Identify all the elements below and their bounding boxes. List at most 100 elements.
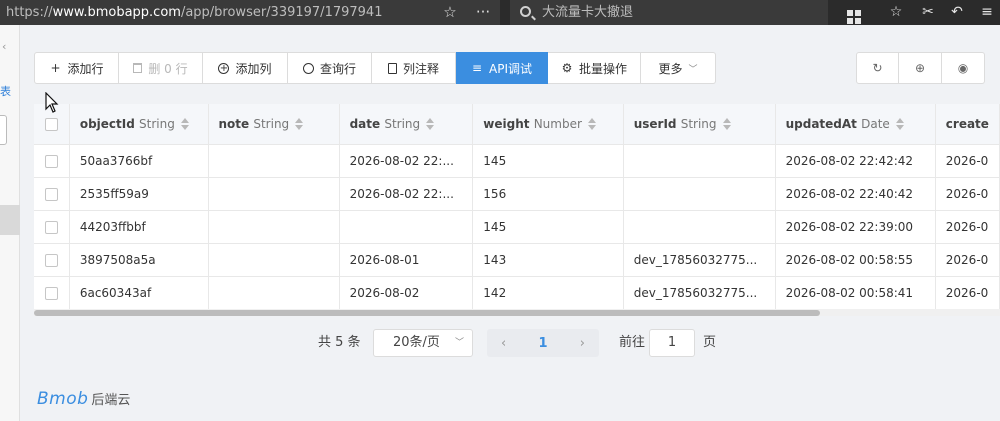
prev-page-button[interactable]: ‹ [501, 336, 506, 351]
column-name: objectId [79, 116, 135, 131]
right-toolbar: ↻ ⊕ ◉ [856, 52, 985, 84]
collapse-icon[interactable]: ‹ [2, 40, 6, 53]
api-debug-button[interactable]: ≡ API调试 [456, 52, 548, 84]
star-icon[interactable]: ☆ [440, 3, 460, 22]
table-cell[interactable]: 156 [472, 177, 624, 211]
chevron-down-icon: ﹀ [454, 338, 464, 348]
table-cell[interactable]: 143 [472, 243, 624, 277]
row-checkbox[interactable] [34, 177, 70, 211]
favorites-icon[interactable]: ☆ [885, 3, 907, 22]
sort-icon[interactable] [587, 118, 596, 131]
more-icon[interactable]: ··· [473, 3, 493, 22]
column-header[interactable]: objectId String [69, 104, 209, 145]
row-checkbox[interactable] [34, 144, 70, 178]
back-icon[interactable]: ↶ [946, 3, 968, 22]
table-header-row: objectId String note String date String wei… [34, 104, 1000, 145]
table-cell[interactable] [208, 144, 340, 178]
column-name: updatedAt [785, 116, 857, 131]
table-cell[interactable]: 145 [472, 210, 624, 244]
brand-tagline: 后端云 [91, 393, 131, 408]
table-cell[interactable] [623, 144, 776, 178]
add-row-button[interactable]: + 添加行 [34, 52, 119, 84]
sort-icon[interactable] [426, 118, 435, 131]
table-row[interactable]: 6ac60343af 2026-08-02 142 dev_17856032775..… [34, 276, 1000, 310]
table-cell[interactable]: 2026-08-01 [339, 243, 474, 277]
page-size-select[interactable]: 20条/页 ﹀ [373, 329, 473, 357]
sidebar-link[interactable]: 表 [0, 83, 11, 99]
column-type: String [139, 116, 175, 131]
table-cell[interactable] [339, 210, 474, 244]
horizontal-scrollbar[interactable] [34, 309, 1000, 316]
table-cell[interactable]: 2026-08-02 00:58:41 [775, 276, 936, 310]
table-cell[interactable]: 145 [472, 144, 624, 178]
table-cell[interactable]: 2026-0 [935, 276, 1000, 310]
table-cell[interactable]: 2026-08-02 00:58:55 [775, 243, 936, 277]
sort-icon[interactable] [895, 118, 904, 131]
table-cell[interactable]: 2026-08-02 22:39:00 [775, 210, 936, 244]
table-cell[interactable]: 2535ff59a9 [69, 177, 209, 211]
column-header[interactable]: create [935, 104, 1000, 145]
query-row-button[interactable]: 查询行 [288, 52, 372, 84]
column-header[interactable]: weight Number [472, 104, 624, 145]
scissors-icon[interactable]: ✂ [917, 3, 939, 22]
add-column-button[interactable]: + 添加列 [203, 52, 288, 84]
column-header[interactable]: date String [339, 104, 474, 145]
sort-icon[interactable] [180, 118, 189, 131]
column-header[interactable]: note String [208, 104, 340, 145]
eye-icon: ◉ [957, 61, 969, 75]
sort-icon[interactable] [722, 118, 731, 131]
address-bar[interactable]: https://www.bmobapp.com/app/browser/3391… [0, 0, 500, 25]
table-cell[interactable] [208, 210, 340, 244]
browser-search-input[interactable]: 大流量卡大撤退 [510, 0, 828, 25]
table-cell[interactable]: 2026-08-02 22:... [339, 144, 474, 178]
table-cell[interactable]: 6ac60343af [69, 276, 209, 310]
table-row[interactable]: 44203ffbbf 145 2026-08-02 22:39:00 2026-0 [34, 210, 1000, 244]
table-cell[interactable]: 2026-08-02 22:... [339, 177, 474, 211]
zoom-button[interactable]: ⊕ [899, 52, 942, 84]
sliders-icon: ≡ [471, 61, 483, 75]
bmob-logo[interactable]: Bmob [37, 389, 88, 409]
next-page-button[interactable]: › [580, 336, 585, 351]
current-page[interactable]: 1 [538, 336, 547, 351]
row-checkbox[interactable] [34, 243, 70, 277]
view-button[interactable]: ◉ [942, 52, 985, 84]
column-header[interactable]: updatedAt Date [775, 104, 936, 145]
table-cell[interactable]: dev_17856032775... [623, 243, 776, 277]
table-cell[interactable]: 2026-0 [935, 144, 1000, 178]
table-cell[interactable] [208, 243, 340, 277]
table-cell[interactable]: 50aa3766bf [69, 144, 209, 178]
table-row[interactable]: 2535ff59a9 2026-08-02 22:... 156 2026-08-02… [34, 177, 1000, 211]
more-dropdown[interactable]: 更多 ﹀ [641, 52, 716, 84]
table-cell[interactable]: 2026-0 [935, 177, 1000, 211]
goto-page-input[interactable]: 1 [649, 329, 696, 357]
table-cell[interactable]: 2026-08-02 22:40:42 [775, 177, 936, 211]
batch-ops-button[interactable]: ⚙ 批量操作 [548, 52, 641, 84]
grid-icon[interactable] [843, 3, 865, 24]
table-cell[interactable]: 2026-08-02 22:42:42 [775, 144, 936, 178]
data-table: objectId String note String date String wei… [34, 104, 1000, 316]
table-cell[interactable]: dev_17856032775... [623, 276, 776, 310]
table-cell[interactable]: 142 [472, 276, 624, 310]
table-cell[interactable]: 2026-0 [935, 243, 1000, 277]
row-checkbox[interactable] [34, 210, 70, 244]
table-cell[interactable]: 3897508a5a [69, 243, 209, 277]
column-header[interactable]: userId String [623, 104, 776, 145]
table-cell[interactable] [208, 177, 340, 211]
sidebar-input-frame[interactable] [0, 115, 7, 145]
row-checkbox[interactable] [34, 276, 70, 310]
refresh-button[interactable]: ↻ [856, 52, 899, 84]
delete-rows-button[interactable]: 删 0 行 [119, 52, 203, 84]
scrollbar-thumb[interactable] [34, 310, 820, 316]
table-row[interactable]: 3897508a5a 2026-08-01 143 dev_17856032775..… [34, 243, 1000, 277]
table-cell[interactable] [208, 276, 340, 310]
sidebar-selected-item[interactable] [0, 205, 20, 235]
table-cell[interactable]: 44203ffbbf [69, 210, 209, 244]
table-cell[interactable] [623, 177, 776, 211]
table-row[interactable]: 50aa3766bf 2026-08-02 22:... 145 2026-08-02… [34, 144, 1000, 178]
sort-icon[interactable] [295, 118, 304, 131]
table-cell[interactable] [623, 210, 776, 244]
menu-icon[interactable]: ≡ [976, 3, 998, 22]
column-comments-button[interactable]: 列注释 [372, 52, 456, 84]
table-cell[interactable]: 2026-0 [935, 210, 1000, 244]
table-cell[interactable]: 2026-08-02 [339, 276, 474, 310]
